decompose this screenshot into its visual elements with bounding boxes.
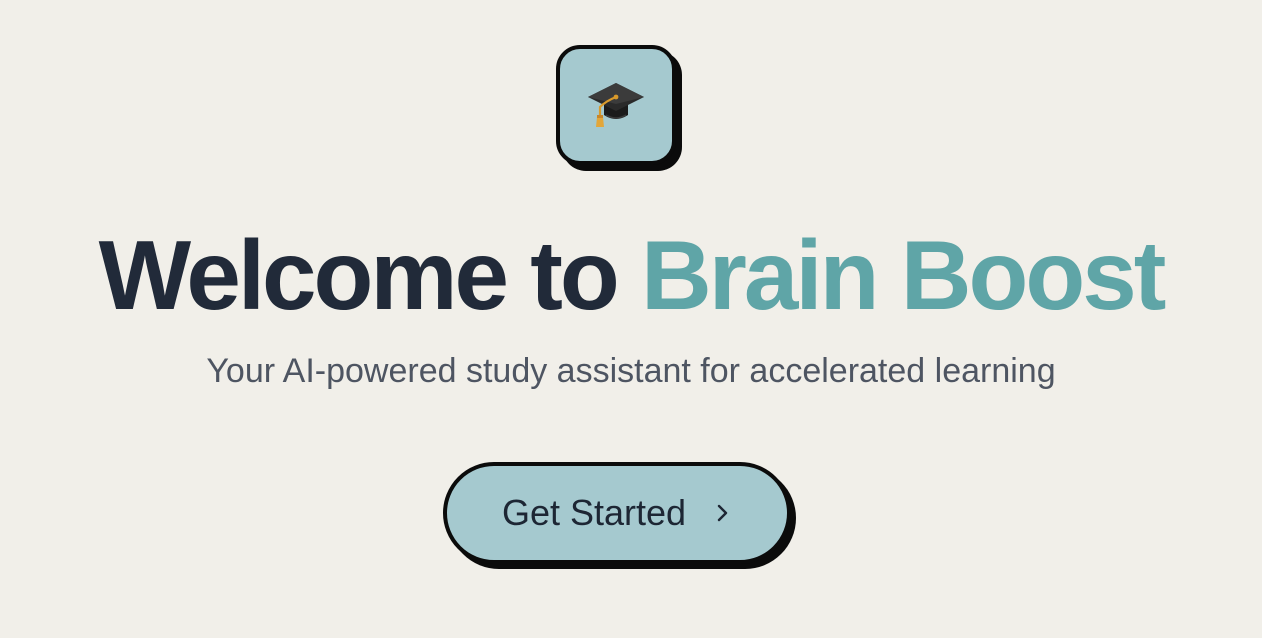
get-started-label: Get Started: [501, 492, 687, 533]
graduation-cap-icon: [584, 71, 648, 140]
brand-name: Brain Boost: [641, 220, 1166, 330]
title-prefix: Welcome to: [98, 220, 642, 330]
page-title: Welcome to Brain Boost: [0, 220, 1262, 330]
chevron-right-icon: [714, 502, 732, 524]
app-logo: [556, 45, 676, 165]
page-subtitle: Your AI-powered study assistant for acce…: [206, 352, 1056, 390]
get-started-button[interactable]: Get Started: [443, 462, 791, 564]
